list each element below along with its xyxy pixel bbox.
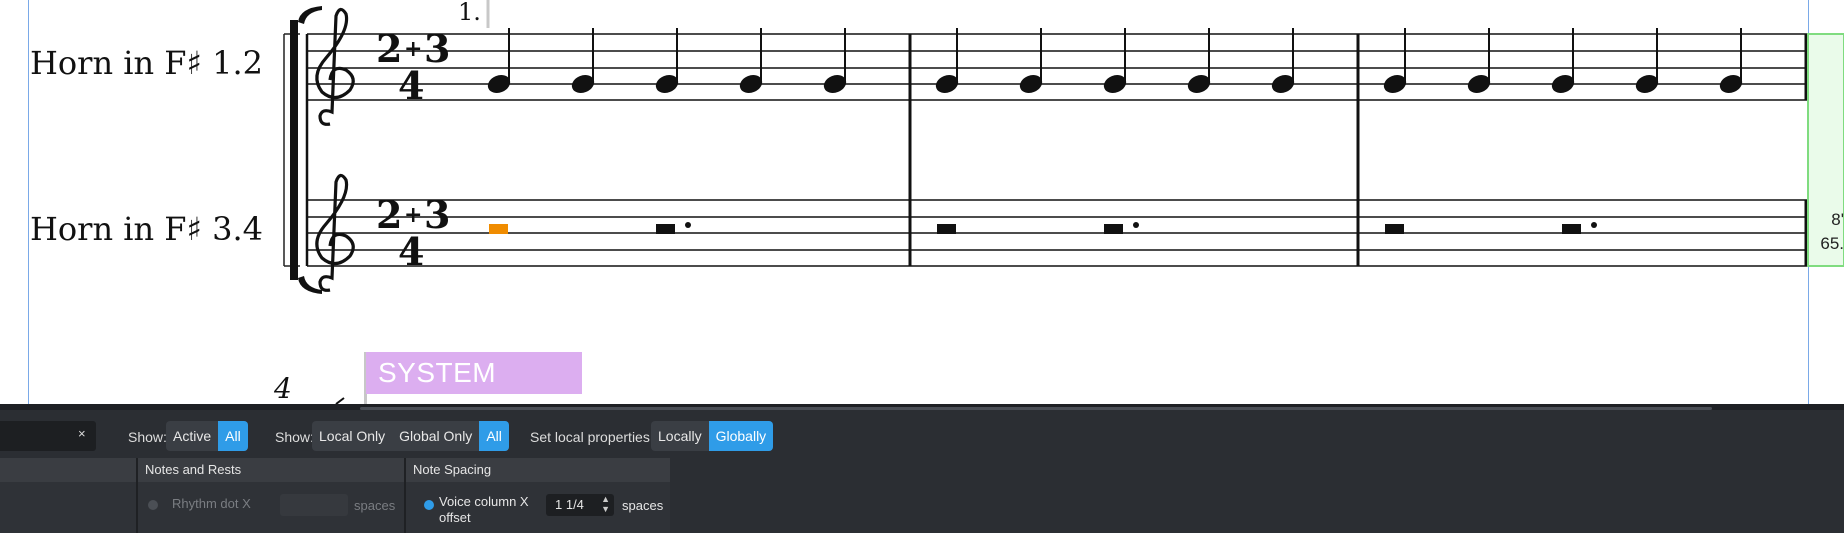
group-title-notes-and-rests: Notes and Rests xyxy=(138,458,404,482)
show-scope-toggle[interactable]: Local Only Global Only All xyxy=(312,421,509,451)
treble-clef-1 xyxy=(315,7,355,126)
rhythm-dot-x-toggle[interactable] xyxy=(148,500,158,510)
show-scope-label: Show: xyxy=(275,429,314,445)
quarter-note xyxy=(487,28,511,93)
clear-search-icon[interactable]: × xyxy=(78,426,86,441)
rhythm-dot-x-unit: spaces xyxy=(354,498,396,513)
show-all-option[interactable]: All xyxy=(218,421,248,451)
quarter-note xyxy=(1719,28,1743,93)
quarter-note xyxy=(655,28,679,93)
rhythm-dot xyxy=(685,222,691,228)
next-bar-highlight xyxy=(1807,33,1844,267)
group-header xyxy=(0,458,136,482)
half-rest xyxy=(1385,224,1404,234)
globally-option[interactable]: Globally xyxy=(708,421,774,451)
rhythm-dot-x-field[interactable] xyxy=(280,494,348,516)
set-local-properties-toggle[interactable]: Locally Globally xyxy=(651,421,774,451)
svg-text:4: 4 xyxy=(398,63,424,108)
svg-text:+: + xyxy=(404,202,422,228)
svg-text:+: + xyxy=(404,36,422,62)
scope-all-option[interactable]: All xyxy=(479,421,509,451)
voice-column-x-offset-unit: spaces xyxy=(622,498,664,513)
panel-scrollbar[interactable] xyxy=(360,407,1712,410)
rhythm-dot-x-label: Rhythm dot X xyxy=(172,496,251,511)
system-break-signpost[interactable]: SYSTEM BREAK xyxy=(366,352,582,404)
voice-column-x-offset-field[interactable]: 1 1/4 ▲ ▼ xyxy=(546,494,614,516)
next-system-bar-number: 4 xyxy=(274,372,292,404)
quarter-note xyxy=(935,28,959,93)
side-value-bottom: 65. xyxy=(1820,234,1844,253)
quarter-note xyxy=(1271,28,1295,93)
svg-text:4: 4 xyxy=(398,229,424,274)
svg-text:3: 3 xyxy=(424,192,450,237)
voice-column-x-offset-value[interactable]: 1 1/4 xyxy=(555,497,584,512)
show-active-all-toggle[interactable]: Active All xyxy=(166,421,248,451)
show-active-option[interactable]: Active xyxy=(166,421,218,451)
set-local-properties-label: Set local properties: xyxy=(530,429,654,445)
show-label: Show: xyxy=(128,429,167,445)
side-value-top: 8' xyxy=(1831,210,1844,229)
time-signature-1: 2 + 3 4 xyxy=(376,26,450,108)
quarter-note xyxy=(1187,28,1211,93)
quarter-note xyxy=(571,28,595,93)
quarter-note xyxy=(1103,28,1127,93)
global-only-option[interactable]: Global Only xyxy=(392,421,479,451)
properties-group-note-spacing: Note Spacing Voice column X offset 1 1/4… xyxy=(406,458,670,533)
rhythm-dot xyxy=(1133,222,1139,228)
svg-text:3: 3 xyxy=(424,26,450,71)
properties-group-notes-and-rests: Notes and Rests Rhythm dot X spaces xyxy=(138,458,404,533)
score-view[interactable]: Horn in F♯ 1.2 Horn in F♯ 3.4 1. 2 + 3 4… xyxy=(0,0,1844,404)
quarter-note xyxy=(1383,28,1407,93)
staff-1-lines xyxy=(307,33,1808,101)
voice-column-x-offset-label-2: offset xyxy=(439,510,471,525)
voice-column-x-offset-toggle[interactable] xyxy=(424,500,434,510)
group-title-note-spacing: Note Spacing xyxy=(406,458,670,482)
notation-canvas[interactable]: 2 + 3 4 2 + 3 4 xyxy=(0,0,1844,404)
quarter-note xyxy=(739,28,763,93)
stepper-down-icon[interactable]: ▼ xyxy=(601,504,610,514)
time-signature-2: 2 + 3 4 xyxy=(376,192,450,274)
dotted-half-rest xyxy=(1104,224,1123,234)
stepper-up-icon[interactable]: ▲ xyxy=(601,494,610,504)
notes-staff-1[interactable] xyxy=(486,28,1744,96)
quarter-note xyxy=(1635,28,1659,93)
locally-option[interactable]: Locally xyxy=(651,421,709,451)
dotted-half-rest xyxy=(1562,224,1581,234)
staff-2-lines xyxy=(307,199,1808,267)
voice-column-x-offset-label-1: Voice column X xyxy=(439,494,529,509)
quarter-note xyxy=(823,28,847,93)
quarter-note xyxy=(1019,28,1043,93)
quarter-note xyxy=(1551,28,1575,93)
dotted-half-rest xyxy=(656,224,675,234)
rhythm-dot xyxy=(1591,222,1597,228)
local-only-option[interactable]: Local Only xyxy=(312,421,392,451)
quarter-note xyxy=(1467,28,1491,93)
properties-panel: × Show: Active All Show: Local Only Glob… xyxy=(0,404,1844,533)
half-rest-selected xyxy=(489,224,508,234)
half-rest xyxy=(937,224,956,234)
properties-group-empty xyxy=(0,458,136,533)
